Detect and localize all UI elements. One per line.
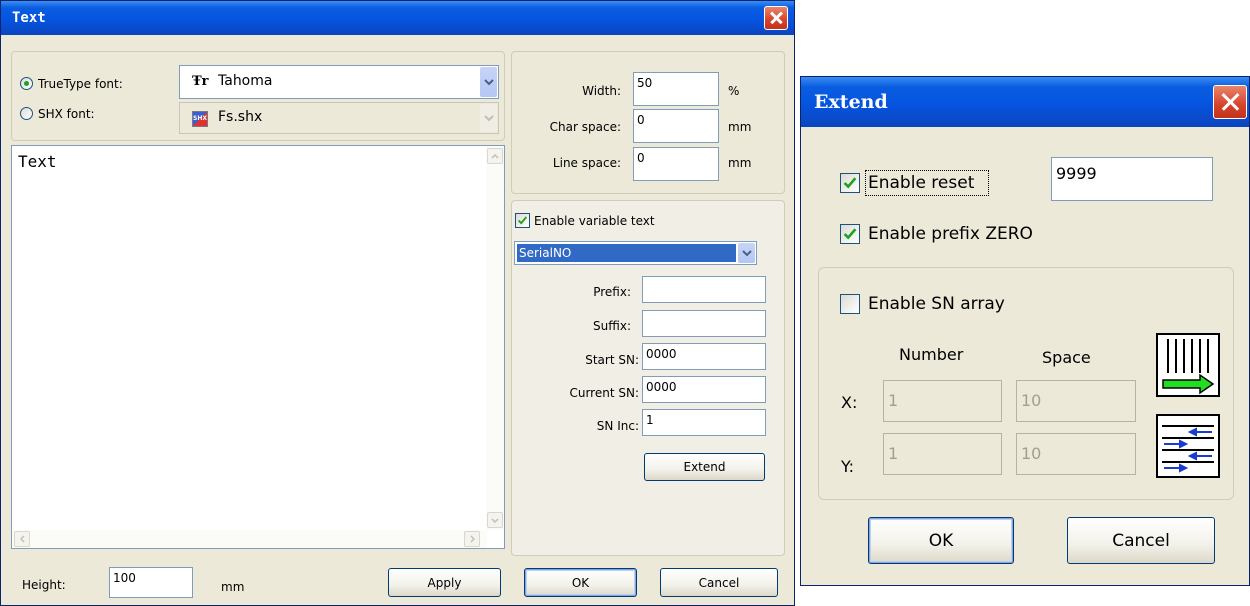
truetype-font-label: TrueType font:	[38, 77, 123, 91]
shx-font-icon: SHX	[192, 111, 208, 127]
width-unit: %	[728, 84, 740, 98]
truetype-font-icon: Ŧr	[192, 74, 209, 89]
enable-sn-array-checkbox	[840, 294, 860, 314]
scroll-down-icon[interactable]	[487, 512, 503, 528]
y-number-input: 1	[883, 433, 1002, 475]
suffix-input[interactable]	[642, 310, 766, 337]
cancel-button[interactable]: Cancel	[660, 568, 778, 597]
x-label: X:	[841, 393, 858, 412]
width-input[interactable]: 50	[633, 72, 719, 106]
enable-reset-label: Enable reset	[868, 173, 975, 193]
number-header: Number	[899, 345, 964, 364]
line-space-input[interactable]: 0	[633, 147, 719, 181]
chevron-down-icon[interactable]	[480, 67, 497, 97]
enable-prefix-zero-checkbox[interactable]	[840, 224, 860, 244]
x-space-input: 10	[1016, 380, 1136, 422]
height-label: Height:	[22, 578, 66, 592]
shx-font-radio[interactable]	[20, 107, 33, 120]
variable-type-select[interactable]: SerialNO	[514, 241, 757, 265]
height-input[interactable]: 100	[109, 567, 193, 598]
line-space-unit: mm	[728, 156, 752, 170]
text-content-area[interactable]: Text	[11, 145, 505, 549]
shx-font-label: SHX font:	[38, 107, 95, 121]
current-sn-input[interactable]: 0000	[642, 376, 766, 403]
start-sn-input[interactable]: 0000	[642, 343, 766, 370]
ok-button[interactable]: OK	[524, 568, 637, 597]
variable-type-selection: SerialNO	[517, 244, 736, 262]
chevron-down-icon[interactable]	[738, 243, 755, 263]
shx-font-icon-label: SHX	[193, 115, 207, 122]
scroll-left-icon[interactable]	[14, 531, 30, 547]
extend-ok-button[interactable]: OK	[868, 517, 1014, 564]
height-unit: mm	[221, 580, 245, 594]
text-dialog-title: Text	[12, 10, 46, 26]
truetype-font-radio[interactable]	[20, 77, 33, 90]
current-sn-label: Current SN:	[569, 386, 639, 400]
y-label: Y:	[841, 457, 855, 476]
vertical-scrollbar[interactable]	[486, 146, 504, 530]
text-dialog-titlebar[interactable]: Text	[1, 1, 794, 35]
extend-dialog-close-icon[interactable]	[1213, 85, 1247, 119]
enable-sn-array-label: Enable SN array	[868, 294, 1005, 314]
text-dialog-close-icon[interactable]	[764, 6, 788, 30]
extend-dialog-title: Extend	[814, 91, 888, 113]
scroll-up-icon[interactable]	[487, 148, 503, 164]
extend-dialog-titlebar[interactable]: Extend	[801, 77, 1249, 127]
extend-dialog: Extend Enable reset 9999 Enable prefix Z…	[800, 76, 1250, 586]
suffix-label: Suffix:	[593, 319, 631, 333]
char-space-input[interactable]: 0	[633, 109, 719, 143]
width-label: Width:	[582, 84, 621, 98]
space-header: Space	[1042, 348, 1091, 367]
text-content: Text	[18, 152, 57, 171]
enable-prefix-zero-label: Enable prefix ZERO	[868, 224, 1033, 244]
prefix-label: Prefix:	[593, 285, 631, 299]
shx-font-name: Fs.shx	[218, 109, 263, 125]
prefix-input[interactable]	[642, 276, 766, 303]
horizontal-scrollbar[interactable]	[12, 530, 487, 548]
extend-cancel-button[interactable]: Cancel	[1067, 517, 1215, 564]
chevron-down-icon	[480, 104, 497, 132]
enable-reset-checkbox[interactable]	[840, 173, 860, 193]
truetype-font-name: Tahoma	[218, 73, 273, 89]
scroll-right-icon[interactable]	[464, 531, 480, 547]
x-number-input: 1	[883, 380, 1002, 422]
apply-button[interactable]: Apply	[388, 568, 501, 597]
vertical-array-icon[interactable]	[1156, 414, 1220, 478]
sn-inc-label: SN Inc:	[596, 419, 639, 433]
char-space-unit: mm	[728, 120, 752, 134]
char-space-label: Char space:	[549, 120, 621, 134]
reset-value-input[interactable]: 9999	[1051, 157, 1213, 201]
text-dialog: Text TrueType font: SHX font: Ŧr Tahoma …	[0, 0, 795, 606]
variable-type-value: SerialNO	[519, 246, 572, 260]
y-space-input: 10	[1016, 433, 1136, 475]
line-space-label: Line space:	[552, 156, 621, 170]
shx-font-select[interactable]: SHX Fs.shx	[179, 102, 499, 134]
enable-variable-text-label: Enable variable text	[534, 214, 655, 228]
truetype-font-select[interactable]: Ŧr Tahoma	[179, 65, 499, 99]
start-sn-label: Start SN:	[585, 353, 639, 367]
sn-inc-input[interactable]: 1	[642, 409, 766, 436]
horizontal-array-icon[interactable]	[1156, 333, 1220, 397]
enable-variable-text-checkbox[interactable]	[515, 213, 530, 228]
extend-button[interactable]: Extend	[644, 453, 765, 481]
